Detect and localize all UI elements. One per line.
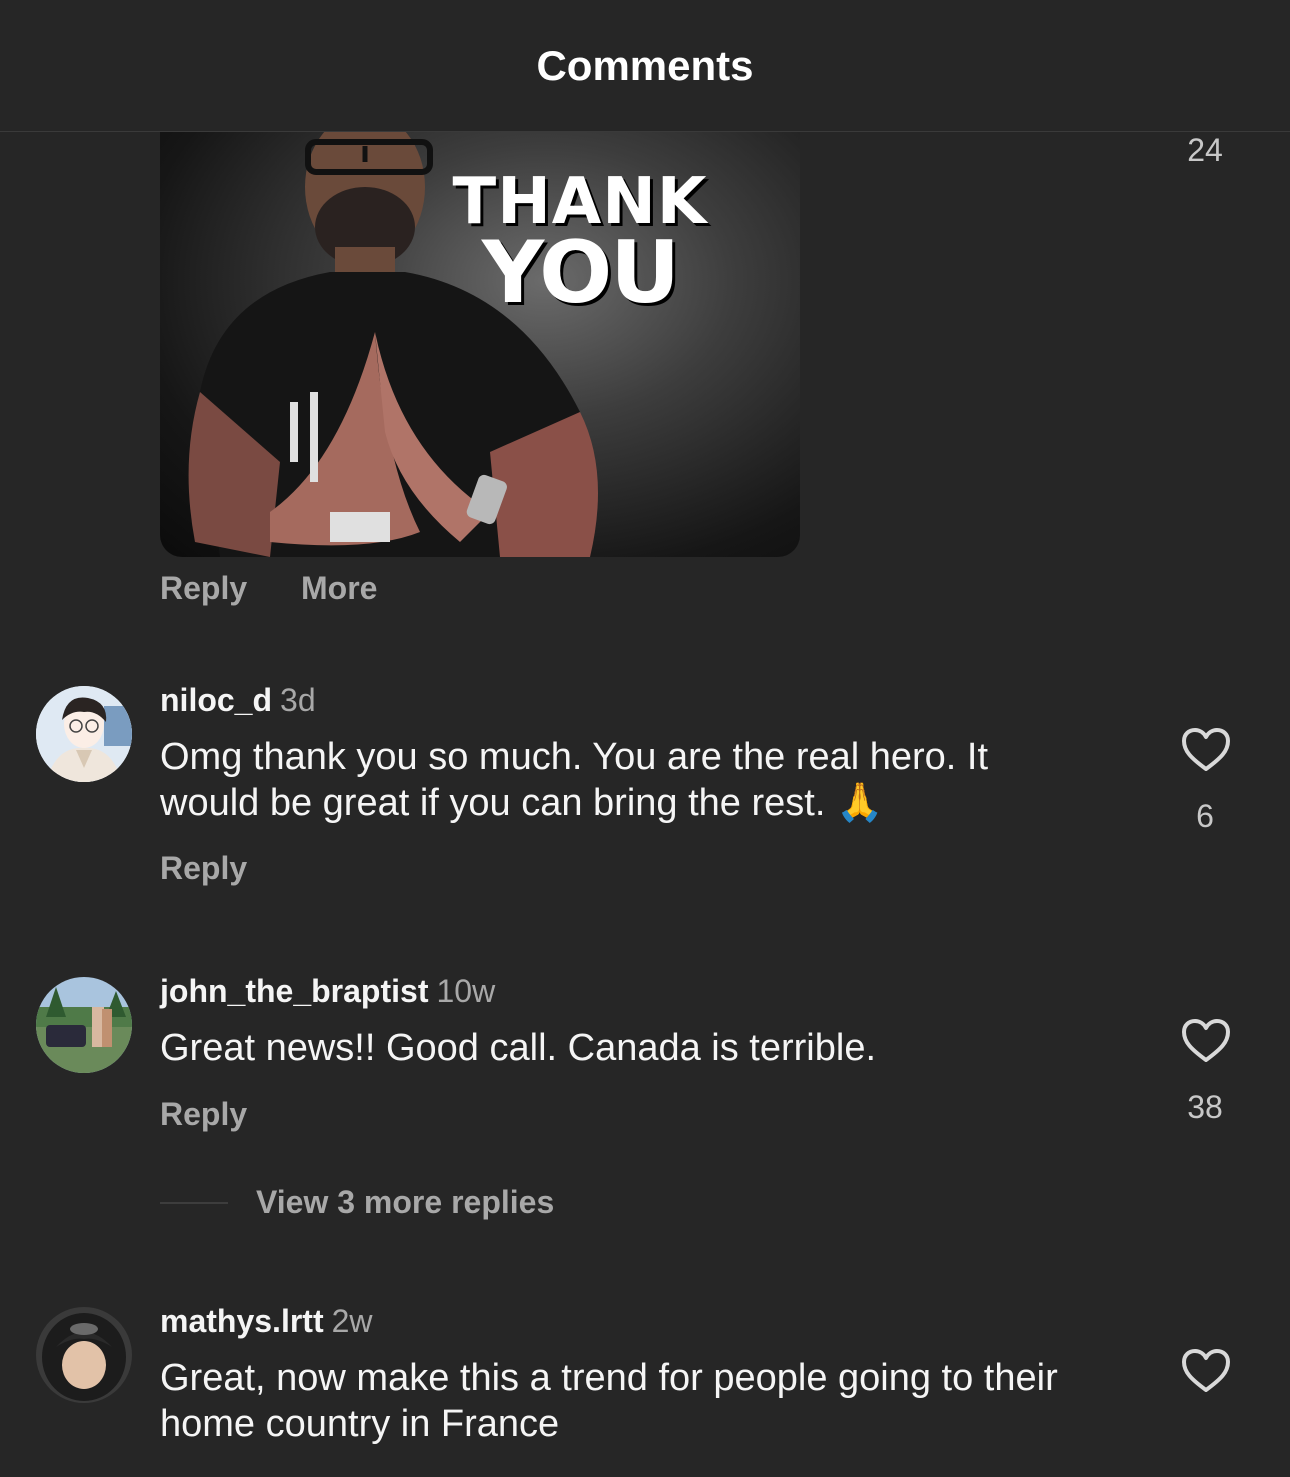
avatar-john-the-braptist[interactable] [36,977,132,1073]
comment-username[interactable]: mathys.lrtt [160,1303,324,1339]
avatar-image [36,977,132,1073]
reply-button-niloc-d[interactable]: Reply [160,850,247,887]
gif-caption: THANK YOU [430,170,730,323]
like-count-john: 38 [1187,1089,1223,1125]
heart-outline-icon[interactable] [1181,1018,1231,1064]
gif-comment-reply-button[interactable]: Reply [160,570,247,607]
like-count-niloc-d: 6 [1196,798,1214,834]
header-title: Comments [536,41,754,89]
gif-comment-like-count: 24 [1187,132,1223,168]
comment-header-john: john_the_braptist 10w [160,973,495,1010]
avatar-niloc-d[interactable] [36,686,132,782]
comment-username[interactable]: niloc_d [160,682,272,718]
thank-you-gif[interactable]: THANK YOU [160,132,800,557]
heart-outline-icon[interactable] [1181,727,1231,773]
comment-time: 3d [280,682,316,718]
gif-comment-more-button[interactable]: More [301,570,377,607]
avatar-image [36,686,132,782]
heart-outline-icon[interactable] [1181,1348,1231,1394]
view-replies-divider [160,1202,228,1204]
reply-button-john[interactable]: Reply [160,1096,247,1133]
comment-time: 2w [331,1303,373,1339]
avatar-image [36,1307,132,1403]
comment-text-john: Great news!! Good call. Canada is terrib… [160,1027,877,1069]
comments-header: Comments [0,0,1290,132]
gif-caption-line2: YOU [481,222,680,323]
comment-header-niloc-d: niloc_d 3d [160,682,316,719]
comment-username[interactable]: john_the_braptist [160,973,428,1009]
comment-text-niloc-d: Omg thank you so much. You are the real … [160,736,989,824]
avatar-mathys-lrtt[interactable] [36,1307,132,1403]
comment-header-mathys: mathys.lrtt 2w [160,1303,373,1340]
comment-time: 10w [436,973,496,1009]
view-more-replies-button[interactable]: View 3 more replies [256,1184,554,1221]
comment-text-mathys: Great, now make this a trend for people … [160,1357,1058,1445]
